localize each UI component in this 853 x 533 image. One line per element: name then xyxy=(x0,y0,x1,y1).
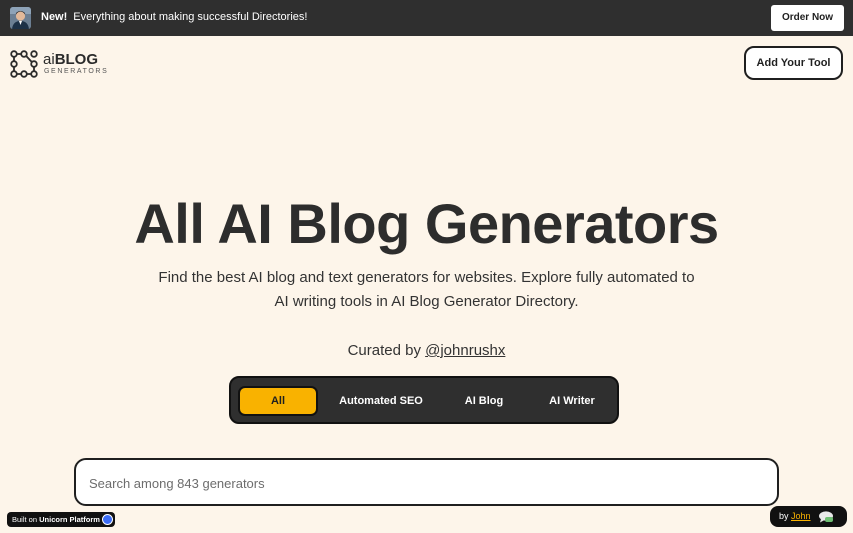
logo-prefix: ai xyxy=(43,51,55,68)
curated-prefix: Curated by xyxy=(347,342,426,359)
curated-by: Curated by @johnrushx xyxy=(0,341,853,361)
logo-wordmark: aiBLOG xyxy=(43,52,98,68)
by-prefix: by xyxy=(779,511,792,521)
built-prefix: Built on xyxy=(12,515,40,524)
banner-text[interactable]: Everything about making successful Direc… xyxy=(73,11,307,23)
page-title: All AI Blog Generators xyxy=(134,192,719,255)
tab-automated-seo[interactable]: Automated SEO xyxy=(329,386,433,416)
built-on-badge[interactable]: Built on Unicorn Platform xyxy=(7,512,115,527)
logo-main: BLOG xyxy=(54,51,99,68)
subtitle-line-1: Find the best AI blog and text generator… xyxy=(158,269,695,286)
tab-ai-blog[interactable]: AI Blog xyxy=(449,386,519,416)
author-link[interactable]: John xyxy=(791,511,811,521)
site-logo[interactable]: aiBLOG GENERATORS xyxy=(10,50,107,78)
avatar xyxy=(10,7,31,29)
chat-icon[interactable] xyxy=(818,510,834,523)
tab-ai-writer[interactable]: AI Writer xyxy=(534,386,610,416)
category-tabs: All Automated SEO AI Blog AI Writer xyxy=(229,376,619,424)
subtitle-line-2: AI writing tools in AI Blog Generator Di… xyxy=(274,293,579,310)
new-label: New! xyxy=(41,11,68,23)
search-input[interactable] xyxy=(89,472,749,494)
logo-subtitle: GENERATORS xyxy=(44,68,109,75)
by-author-badge: by John xyxy=(770,506,847,527)
tab-all[interactable]: All xyxy=(238,386,318,416)
page-subtitle: Find the best AI blog and text generator… xyxy=(0,266,853,314)
search-box xyxy=(74,458,779,506)
banner-message: New! Everything about making successful D… xyxy=(41,11,307,24)
unicorn-icon xyxy=(102,514,113,525)
order-now-button[interactable]: Order Now xyxy=(771,5,844,31)
add-your-tool-button[interactable]: Add Your Tool xyxy=(744,46,843,80)
curator-link[interactable]: @johnrushx xyxy=(425,342,505,359)
announcement-banner: New! Everything about making successful D… xyxy=(0,0,853,36)
logo-mark-icon xyxy=(10,50,38,78)
built-platform: Unicorn Platform xyxy=(39,515,100,524)
